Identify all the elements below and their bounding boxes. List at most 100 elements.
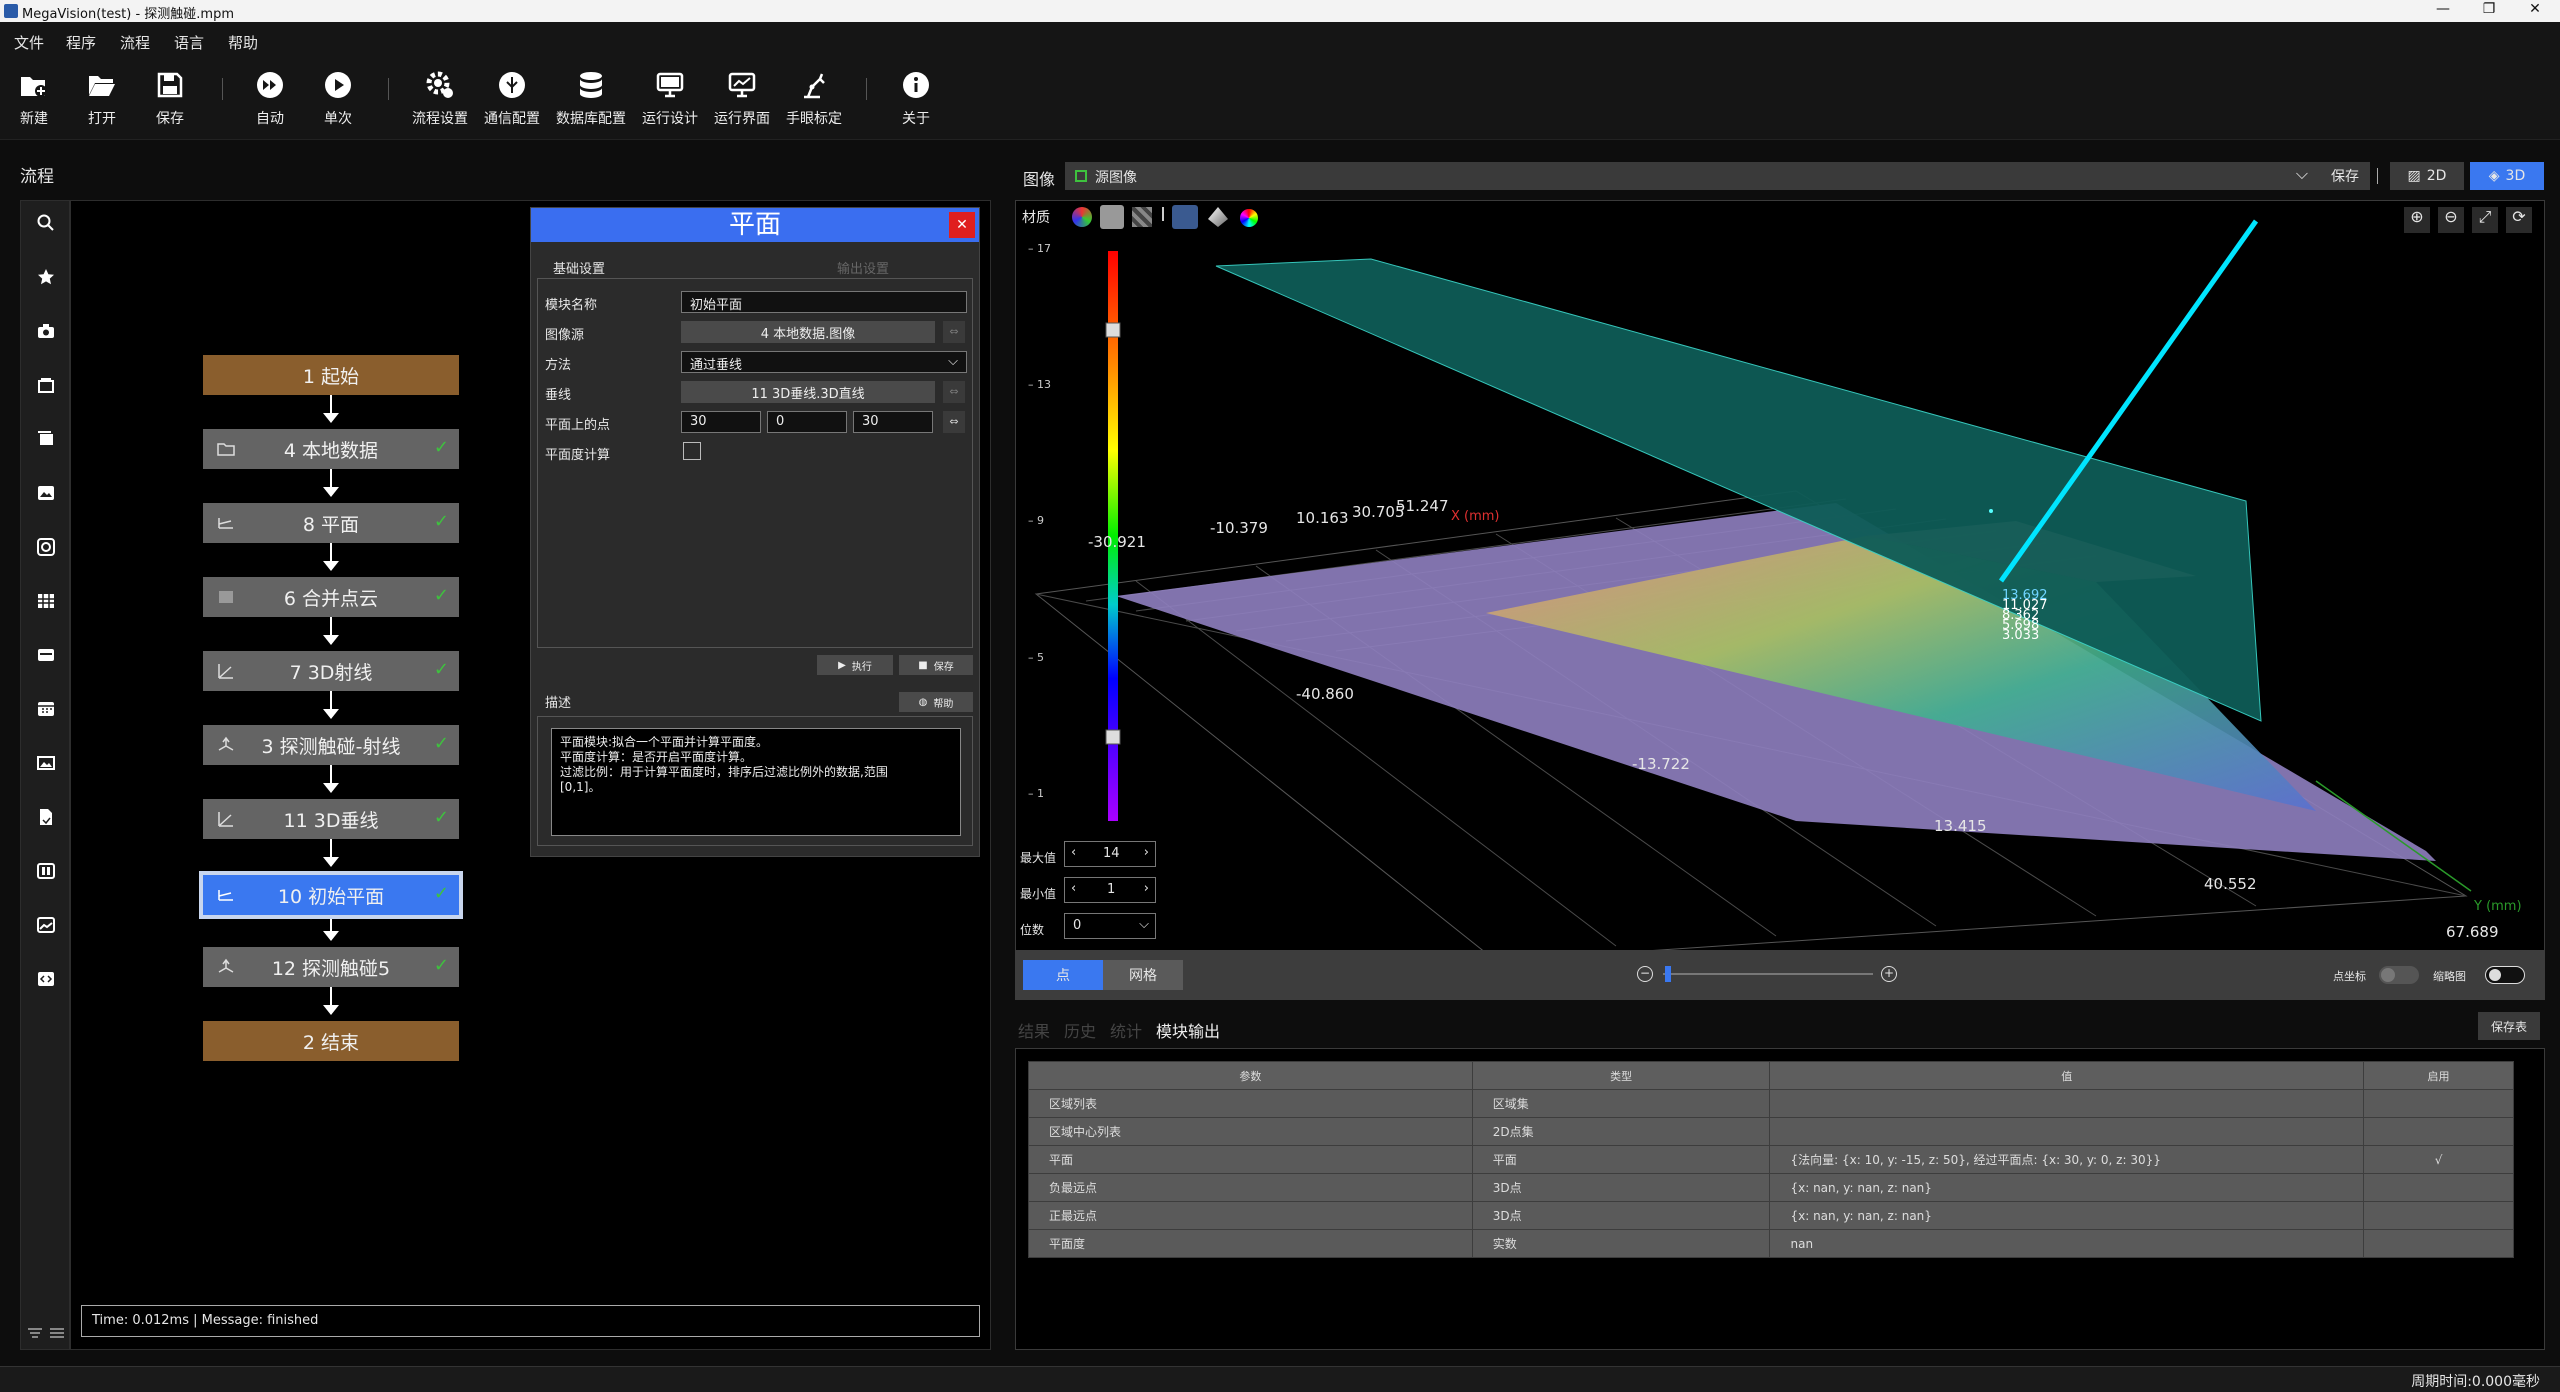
material-rgb-icon[interactable]: [1072, 207, 1092, 227]
menu-language[interactable]: 语言: [174, 32, 204, 53]
min-value-stepper[interactable]: ‹ 1 ›: [1064, 877, 1156, 903]
point-x-input[interactable]: 30: [681, 411, 761, 433]
save-button[interactable]: 保存: [140, 70, 200, 128]
flow-node-probe-5[interactable]: 12 探测触碰5 ✓: [203, 947, 459, 987]
chevron-right-icon[interactable]: ›: [1144, 881, 1149, 896]
menu-flow[interactable]: 流程: [120, 32, 150, 53]
image-compare-icon[interactable]: [34, 913, 58, 937]
module-name-input[interactable]: 初始平面: [681, 291, 967, 313]
save-table-button[interactable]: 保存表: [2478, 1012, 2540, 1040]
run-design-button[interactable]: 运行设计: [640, 70, 700, 128]
table-row[interactable]: 负最远点 3D点 {x: nan, y: nan, z: nan}: [1028, 1173, 2514, 1202]
zoom-minus-icon[interactable]: −: [1637, 966, 1653, 982]
execute-button[interactable]: ▶ 执行: [817, 655, 893, 675]
auto-run-button[interactable]: 自动: [240, 70, 300, 128]
flow-node-end[interactable]: 2 结束: [203, 1021, 459, 1061]
menu-program[interactable]: 程序: [66, 32, 96, 53]
slider-handle[interactable]: [1665, 966, 1671, 982]
point-z-input[interactable]: 30: [853, 411, 933, 433]
open-button[interactable]: 打开: [72, 70, 132, 128]
chevron-right-icon[interactable]: ›: [1144, 845, 1149, 860]
close-icon[interactable]: ✕: [949, 212, 975, 238]
search-icon[interactable]: [34, 211, 58, 235]
tab-basic-settings[interactable]: 基础设置: [553, 258, 605, 277]
color-wheel-icon[interactable]: [1240, 209, 1258, 227]
material-height-icon[interactable]: [1172, 205, 1198, 229]
tab-mesh[interactable]: 网格: [1103, 960, 1183, 990]
menu-file[interactable]: 文件: [14, 32, 44, 53]
maximize-icon[interactable]: ❐: [2466, 1, 2512, 17]
dialog-save-button[interactable]: ■ 保存: [899, 655, 973, 675]
document-icon[interactable]: [34, 805, 58, 829]
tab-module-output[interactable]: 模块输出: [1156, 1018, 1220, 1042]
flatness-checkbox[interactable]: [683, 442, 701, 460]
link-icon[interactable]: ⇔: [943, 381, 965, 403]
minimize-icon[interactable]: —: [2420, 1, 2466, 17]
db-config-button[interactable]: 数据库配置: [554, 70, 628, 128]
view-3d-button[interactable]: ◈ 3D: [2470, 162, 2544, 190]
point-size-slider[interactable]: [1663, 973, 1873, 975]
reset-view-icon[interactable]: ⟳: [2506, 207, 2532, 233]
material-shaded-icon[interactable]: [1100, 205, 1124, 229]
code-icon[interactable]: [34, 967, 58, 991]
perpendicular-field[interactable]: 11 3D垂线.3D直线: [681, 381, 935, 403]
new-button[interactable]: 新建: [4, 70, 64, 128]
tab-result[interactable]: 结果: [1018, 1018, 1050, 1042]
flow-node-merge-cloud[interactable]: 6 合并点云 ✓: [203, 577, 459, 617]
tab-history[interactable]: 历史: [1064, 1018, 1096, 1042]
tab-point[interactable]: 点: [1023, 960, 1103, 990]
flow-node-local-data[interactable]: 4 本地数据 ✓: [203, 429, 459, 469]
panel-icon[interactable]: [34, 643, 58, 667]
flow-node-3d-ray[interactable]: 7 3D射线 ✓: [203, 651, 459, 691]
thumbnail-toggle[interactable]: [2485, 966, 2525, 984]
table-row[interactable]: 正最远点 3D点 {x: nan, y: nan, z: nan}: [1028, 1201, 2514, 1230]
3d-viewer[interactable]: 材质 – 17 – 13 – 9 – 5 – 1 X (mm) Y (mm) -…: [1015, 200, 2545, 1000]
image-source-select[interactable]: 源图像 ⌵: [1065, 162, 2320, 190]
flow-node-3d-perp[interactable]: 11 3D垂线 ✓: [203, 799, 459, 839]
zoom-plus-icon[interactable]: +: [1881, 966, 1897, 982]
list-icon[interactable]: [45, 1321, 69, 1345]
flow-node-plane[interactable]: 8 平面 ✓: [203, 503, 459, 543]
image-source-field[interactable]: 4 本地数据.图像: [681, 321, 935, 343]
tab-output-settings[interactable]: 输出设置: [837, 258, 889, 277]
fit-view-icon[interactable]: ⤢: [2472, 207, 2498, 233]
flow-node-start[interactable]: 1 起始: [203, 355, 459, 395]
about-button[interactable]: 关于: [886, 70, 946, 128]
point-coord-toggle[interactable]: [2379, 966, 2419, 984]
collapse-icon[interactable]: [23, 1321, 47, 1345]
flow-settings-button[interactable]: 流程设置: [410, 70, 470, 128]
table-row[interactable]: 区域列表 区域集: [1028, 1089, 2514, 1118]
grid-icon[interactable]: [34, 589, 58, 613]
zoom-in-icon[interactable]: ⊕: [2404, 207, 2430, 233]
run-ui-button[interactable]: 运行界面: [712, 70, 772, 128]
single-run-button[interactable]: 单次: [308, 70, 368, 128]
link-icon[interactable]: ⇔: [943, 411, 965, 433]
counter-icon[interactable]: [34, 859, 58, 883]
flow-node-probe-ray[interactable]: 3 探测触碰-射线 ✓: [203, 725, 459, 765]
table-row[interactable]: 平面 平面 {法向量: {x: 10, y: -15, z: 50}, 经过平面点:…: [1028, 1145, 2514, 1174]
hand-eye-button[interactable]: 手眼标定: [784, 70, 844, 128]
chevron-left-icon[interactable]: ‹: [1071, 881, 1076, 896]
material-texture-icon[interactable]: [1132, 207, 1152, 227]
camera-icon[interactable]: [34, 319, 58, 343]
comm-config-button[interactable]: 通信配置: [482, 70, 542, 128]
calendar-icon[interactable]: [34, 697, 58, 721]
max-value-stepper[interactable]: ‹ 14 ›: [1064, 841, 1156, 867]
viewer-save-button[interactable]: 保存: [2320, 162, 2370, 190]
method-select[interactable]: 通过垂线 ⌵: [681, 351, 967, 373]
digits-select[interactable]: 0 ⌵: [1064, 913, 1156, 939]
image-edit-icon[interactable]: [34, 481, 58, 505]
layers-icon[interactable]: [34, 373, 58, 397]
chevron-left-icon[interactable]: ‹: [1071, 845, 1076, 860]
star-icon[interactable]: [34, 265, 58, 289]
link-icon[interactable]: ⇔: [943, 321, 965, 343]
images-icon[interactable]: [34, 427, 58, 451]
help-button[interactable]: ◍ 帮助: [899, 692, 973, 712]
point-y-input[interactable]: 0: [767, 411, 847, 433]
picture-icon[interactable]: [34, 751, 58, 775]
view-2d-button[interactable]: ▨ 2D: [2390, 162, 2464, 190]
tab-stats[interactable]: 统计: [1110, 1018, 1142, 1042]
table-row[interactable]: 区域中心列表 2D点集: [1028, 1117, 2514, 1146]
target-icon[interactable]: [34, 535, 58, 559]
flow-node-initial-plane[interactable]: 10 初始平面 ✓: [199, 871, 463, 919]
